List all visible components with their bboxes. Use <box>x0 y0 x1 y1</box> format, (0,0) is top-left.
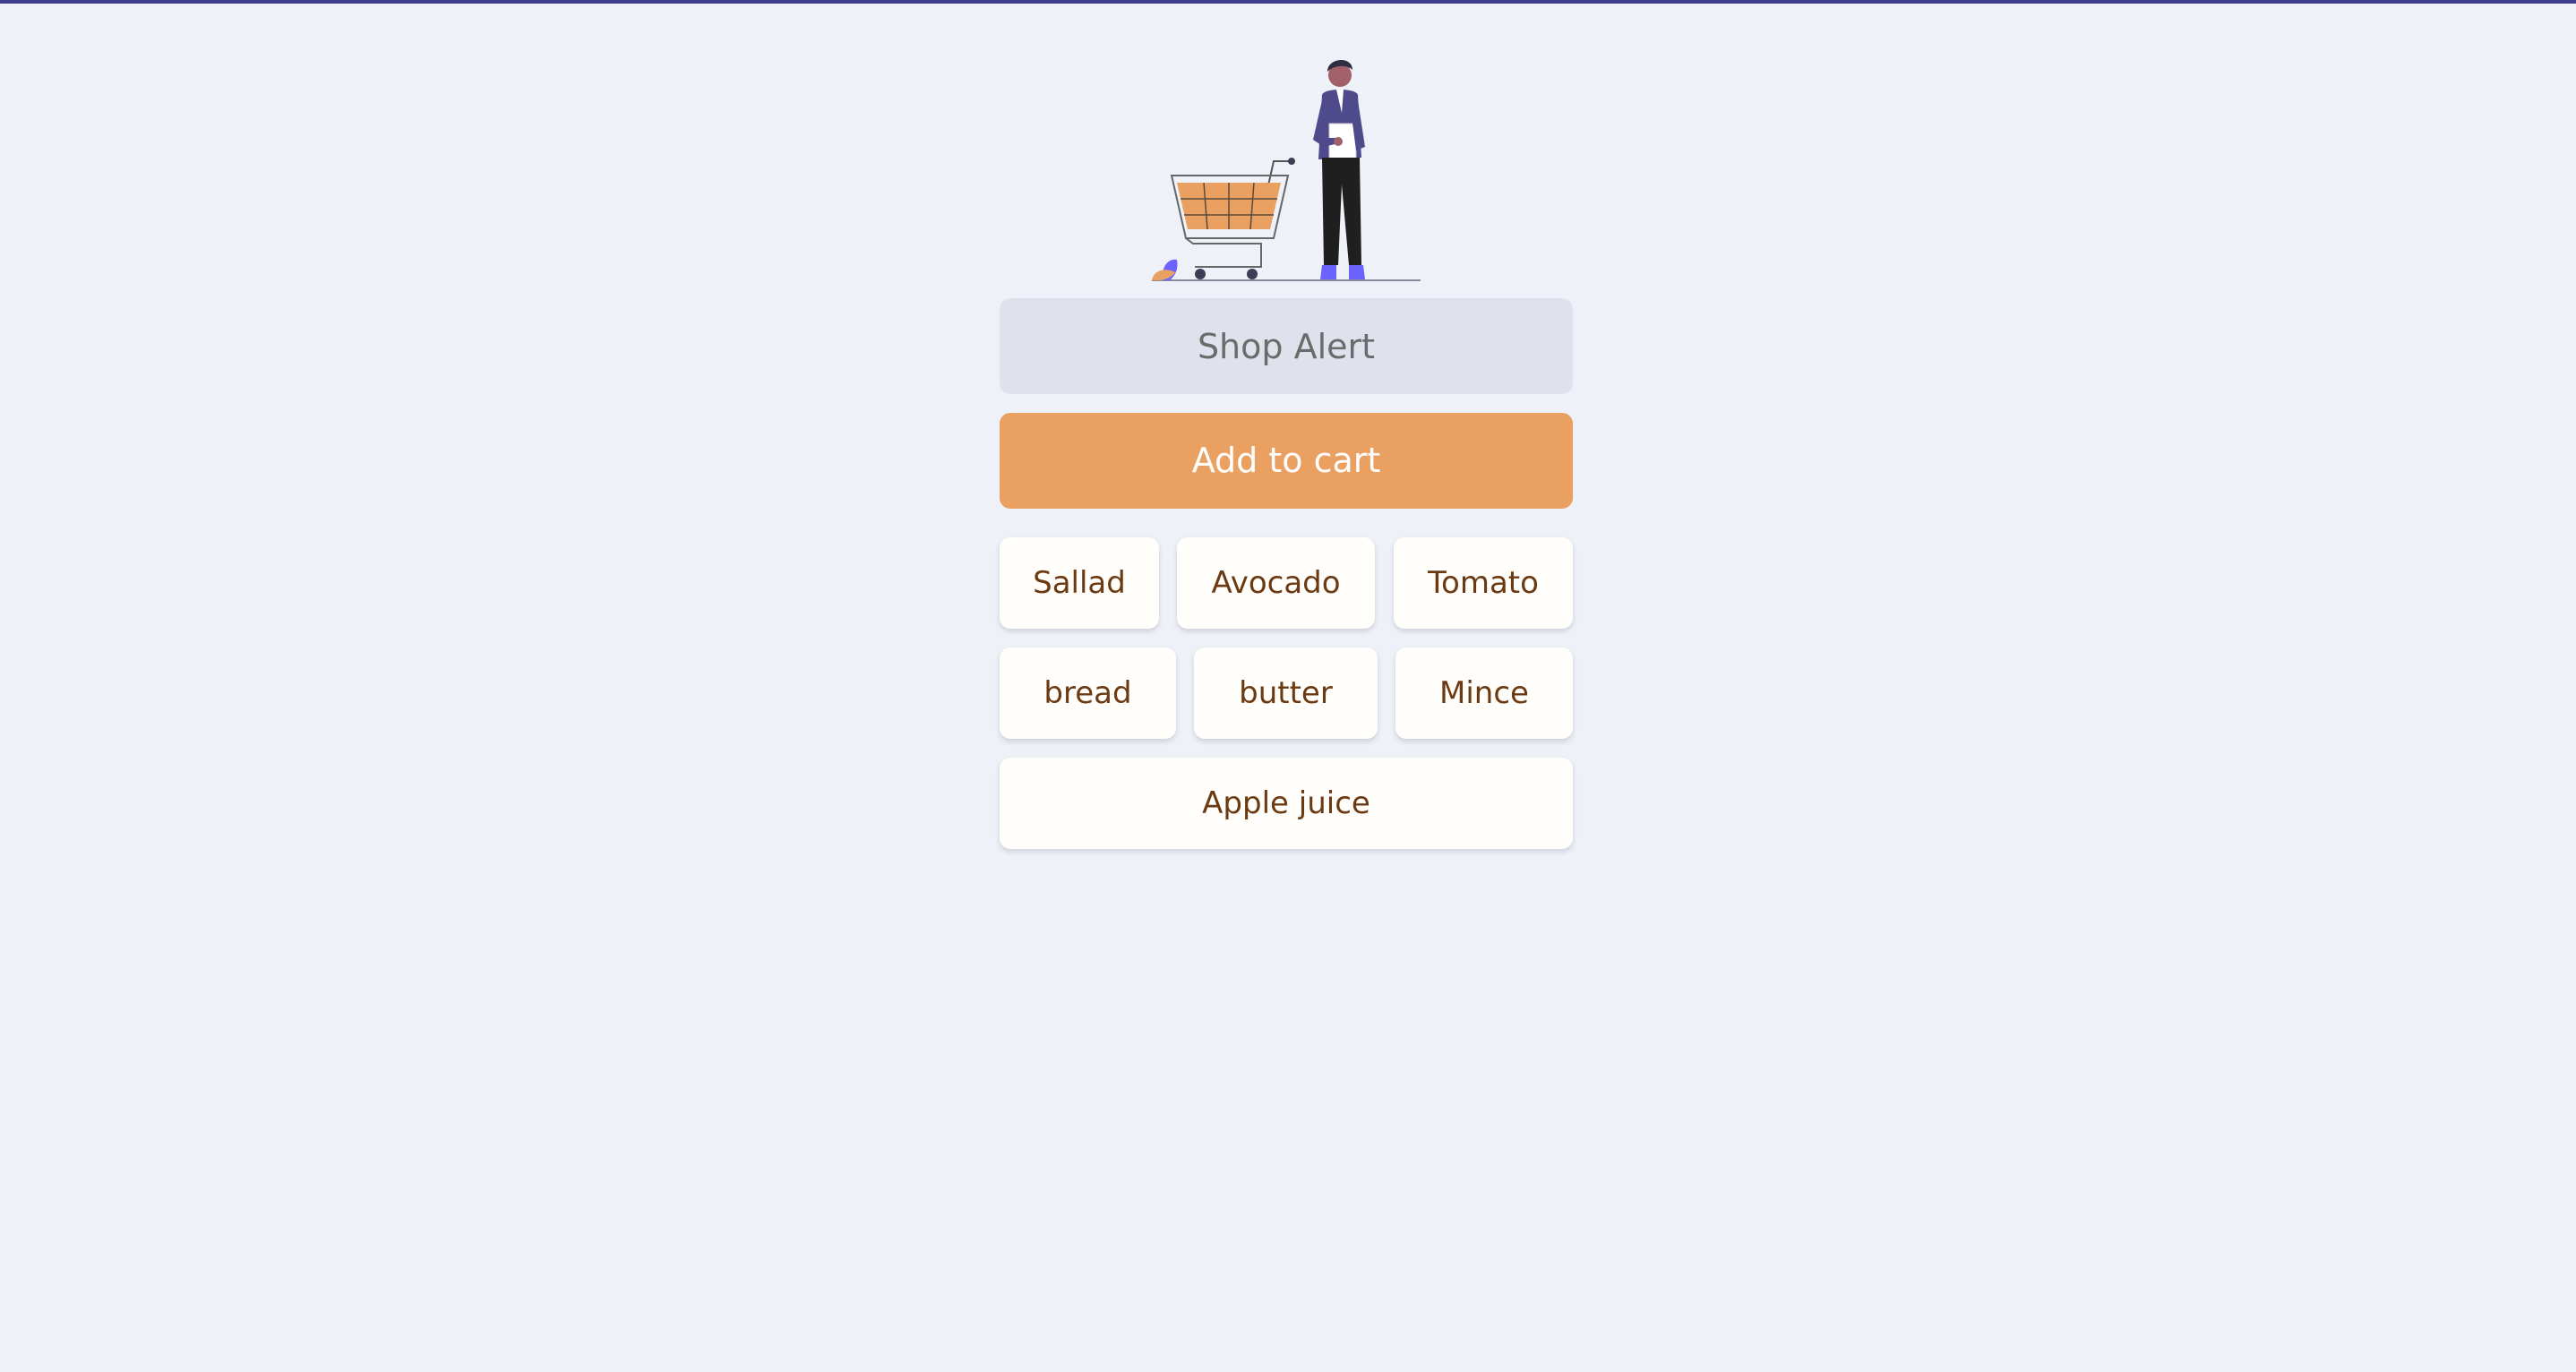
cart-item[interactable]: Sallad <box>1000 537 1159 629</box>
shop-item-input[interactable] <box>1000 298 1573 394</box>
cart-item[interactable]: Avocado <box>1177 537 1375 629</box>
cart-item[interactable]: Tomato <box>1394 537 1573 629</box>
add-to-cart-button[interactable]: Add to cart <box>1000 413 1573 509</box>
cart-item[interactable]: Apple juice <box>1000 758 1573 849</box>
shopping-cart-person-icon <box>1152 59 1421 281</box>
cart-item[interactable]: Mince <box>1395 647 1573 739</box>
top-accent-bar <box>0 0 2576 4</box>
cart-item[interactable]: butter <box>1194 647 1378 739</box>
shopping-illustration <box>1000 50 1573 285</box>
item-input-wrapper <box>1000 298 1573 394</box>
cart-item[interactable]: bread <box>1000 647 1176 739</box>
